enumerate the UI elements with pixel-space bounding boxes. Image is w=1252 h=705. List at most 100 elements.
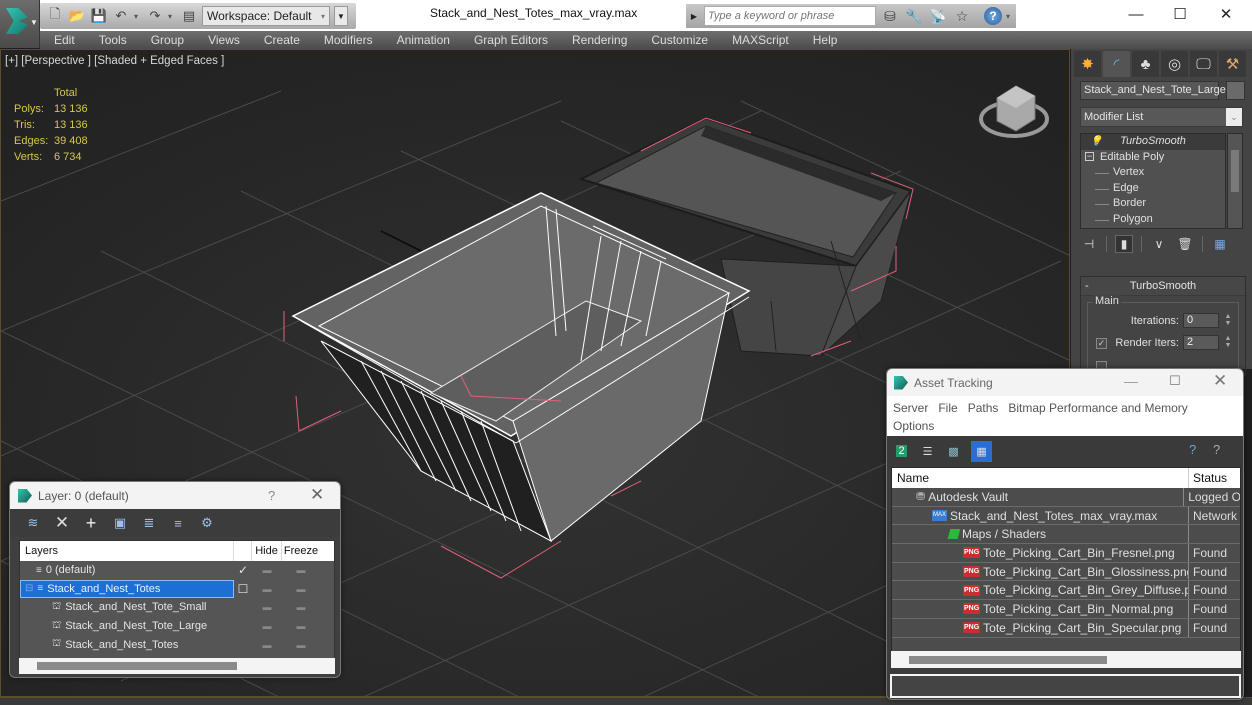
menu-file[interactable]: File (938, 399, 957, 417)
layer-options-button[interactable]: ≋ (24, 514, 42, 532)
column-layers[interactable]: Layers (20, 541, 234, 561)
spinner-arrows-icon[interactable]: ▲ ▼ (1223, 313, 1233, 328)
delete-layer-button[interactable]: ✕ (53, 513, 71, 532)
menu-paths[interactable]: Paths (968, 399, 999, 417)
lightbulb-icon[interactable]: 💡 (1090, 134, 1102, 150)
horizontal-scrollbar[interactable] (891, 651, 1241, 668)
workspace-dropdown[interactable]: Workspace: Default ▾ (202, 6, 330, 26)
add-selection-to-layer-button[interactable]: ▣ (111, 514, 129, 532)
communication-center-button[interactable]: 📡 (928, 6, 948, 26)
layer-row[interactable]: ⛫ Stack_and_Nest_Tote_Small ▬ ▬ (20, 598, 334, 617)
hide-toggle[interactable]: ▬ (252, 640, 282, 650)
stack-item-turbosmooth[interactable]: 💡 TurboSmooth (1081, 134, 1225, 150)
menu-bitmap-performance[interactable]: Bitmap Performance and Memory (1008, 399, 1187, 417)
menu-create[interactable]: Create (252, 31, 312, 49)
hide-toggle[interactable]: ▬ (252, 565, 282, 575)
hide-toggle[interactable]: ▬ (252, 602, 282, 612)
help-button[interactable]: ? (984, 7, 1002, 25)
project-folder-button[interactable]: ▤ (180, 7, 198, 25)
list-view-button[interactable]: ☰ (919, 443, 936, 460)
menu-graph-editors[interactable]: Graph Editors (462, 31, 560, 49)
layer-properties-button[interactable]: ⚙ (198, 514, 216, 532)
close-button[interactable]: ✕ (1213, 371, 1227, 391)
stack-item-editable-poly[interactable]: − Editable Poly (1081, 150, 1225, 166)
app-menu-button[interactable]: ▼ (0, 0, 40, 48)
rollout-header[interactable]: - TurboSmooth (1081, 277, 1245, 296)
menu-help[interactable]: Help (801, 31, 850, 49)
scrollbar-thumb[interactable] (909, 656, 1107, 664)
menu-edit[interactable]: Edit (40, 31, 87, 49)
asset-row[interactable]: PNG Tote_Picking_Cart_Bin_Normal.png Foun… (892, 600, 1240, 619)
hide-toggle[interactable]: ▬ (252, 584, 282, 594)
menu-group[interactable]: Group (139, 31, 196, 49)
minimize-button[interactable]: — (1114, 3, 1158, 25)
render-iters-field[interactable]: 2 (1183, 335, 1219, 350)
pin-stack-button[interactable]: ⊣ (1080, 235, 1098, 253)
stack-item-border[interactable]: Border (1081, 196, 1225, 212)
redo-dropdown[interactable]: ▾ (168, 12, 176, 21)
menu-modifiers[interactable]: Modifiers (312, 31, 385, 49)
sign-in-button[interactable]: 🔧 (904, 6, 924, 26)
maximize-button[interactable]: ☐ (1169, 373, 1181, 389)
dialog-title-bar[interactable]: Layer: 0 (default) (10, 482, 340, 509)
favorites-button[interactable]: ☆ (952, 6, 972, 26)
column-current[interactable] (234, 541, 252, 561)
menu-animation[interactable]: Animation (385, 31, 462, 49)
hide-toggle[interactable]: ▬ (252, 621, 282, 631)
table-view-button[interactable]: ▦ (971, 440, 992, 462)
open-file-button[interactable]: 📂 (68, 7, 86, 25)
modifier-stack-scrollbar[interactable] (1227, 133, 1243, 229)
menu-server[interactable]: Server (893, 399, 928, 417)
expand-arrow-icon[interactable]: ▶ (688, 6, 700, 26)
object-color-swatch[interactable] (1226, 81, 1245, 100)
layer-row[interactable]: ⛫ Stack_and_Nest_Tote_Large ▬ ▬ (20, 617, 334, 636)
asset-row[interactable]: MAX Stack_and_Nest_Totes_max_vray.max Net… (892, 506, 1240, 526)
menu-rendering[interactable]: Rendering (560, 31, 639, 49)
close-button[interactable]: ✕ (310, 485, 324, 505)
close-button[interactable]: ✕ (1204, 3, 1248, 25)
asset-row[interactable]: Maps / Shaders (892, 525, 1240, 545)
dialog-title-bar[interactable]: Asset Tracking (887, 369, 1243, 396)
iterations-field[interactable]: 0 (1183, 313, 1219, 328)
menu-options[interactable]: Options (893, 417, 934, 435)
expand-icon[interactable]: ⊟ (25, 583, 33, 594)
freeze-toggle[interactable]: ▬ (282, 565, 320, 575)
asset-row[interactable]: PNG Tote_Picking_Cart_Bin_Grey_Diffuse.pn… (892, 581, 1240, 601)
make-unique-button[interactable]: ∨ (1150, 235, 1168, 253)
refresh-button[interactable]: 2 (893, 443, 910, 460)
asset-row[interactable]: PNG Tote_Picking_Cart_Bin_Fresnel.png Fou… (892, 544, 1240, 563)
search-input[interactable] (704, 6, 876, 26)
menu-customize[interactable]: Customize (639, 31, 720, 49)
remove-modifier-button[interactable]: 🗑 (1176, 235, 1194, 253)
freeze-toggle[interactable]: ▬ (282, 584, 320, 594)
tab-utilities[interactable]: ⚒ (1219, 51, 1246, 77)
tab-create[interactable]: ✸ (1074, 51, 1101, 77)
asset-row[interactable]: PNG Tote_Picking_Cart_Bin_Glossiness.png … (892, 562, 1240, 582)
current-layer-checkbox[interactable]: ☐ (234, 582, 252, 596)
stack-item-polygon[interactable]: Polygon (1081, 212, 1225, 228)
freeze-toggle[interactable]: ▬ (282, 621, 320, 631)
viewport-label-menu[interactable]: [+] [Perspective ] [Shaded + Edged Faces… (5, 55, 224, 67)
minimize-button[interactable]: — (1124, 373, 1138, 389)
column-freeze[interactable]: Freeze (282, 541, 320, 561)
column-hide[interactable]: Hide (252, 541, 282, 561)
stack-item-vertex[interactable]: Vertex (1081, 165, 1225, 181)
menu-maxscript[interactable]: MAXScript (720, 31, 801, 49)
freeze-toggle[interactable]: ▬ (282, 602, 320, 612)
freeze-toggle[interactable]: ▬ (282, 640, 320, 650)
stack-item-edge[interactable]: Edge (1081, 181, 1225, 197)
object-name-field[interactable]: Stack_and_Nest_Tote_Large (1080, 81, 1226, 100)
tab-display[interactable]: 🖵 (1190, 51, 1217, 77)
save-file-button[interactable]: 💾 (90, 7, 108, 25)
menu-views[interactable]: Views (196, 31, 252, 49)
tab-motion[interactable]: ◎ (1161, 51, 1188, 77)
show-end-result-button[interactable]: ▮ (1115, 235, 1133, 253)
layer-row[interactable]: ≡ 0 (default) ✓ ▬ ▬ (20, 561, 334, 580)
collapse-minus-icon[interactable]: − (1085, 152, 1094, 162)
help-dropdown[interactable]: ▾ (1006, 12, 1014, 21)
tab-modify[interactable]: ◜ (1103, 51, 1130, 77)
help-button[interactable]: ? (268, 488, 275, 503)
new-file-button[interactable]: 🗋 (46, 6, 64, 25)
layer-row[interactable]: ⊟ ≡ Stack_and_Nest_Totes ☐ ▬ ▬ (20, 579, 334, 599)
modifier-list-dropdown[interactable]: Modifier List ⌄ (1080, 107, 1243, 127)
